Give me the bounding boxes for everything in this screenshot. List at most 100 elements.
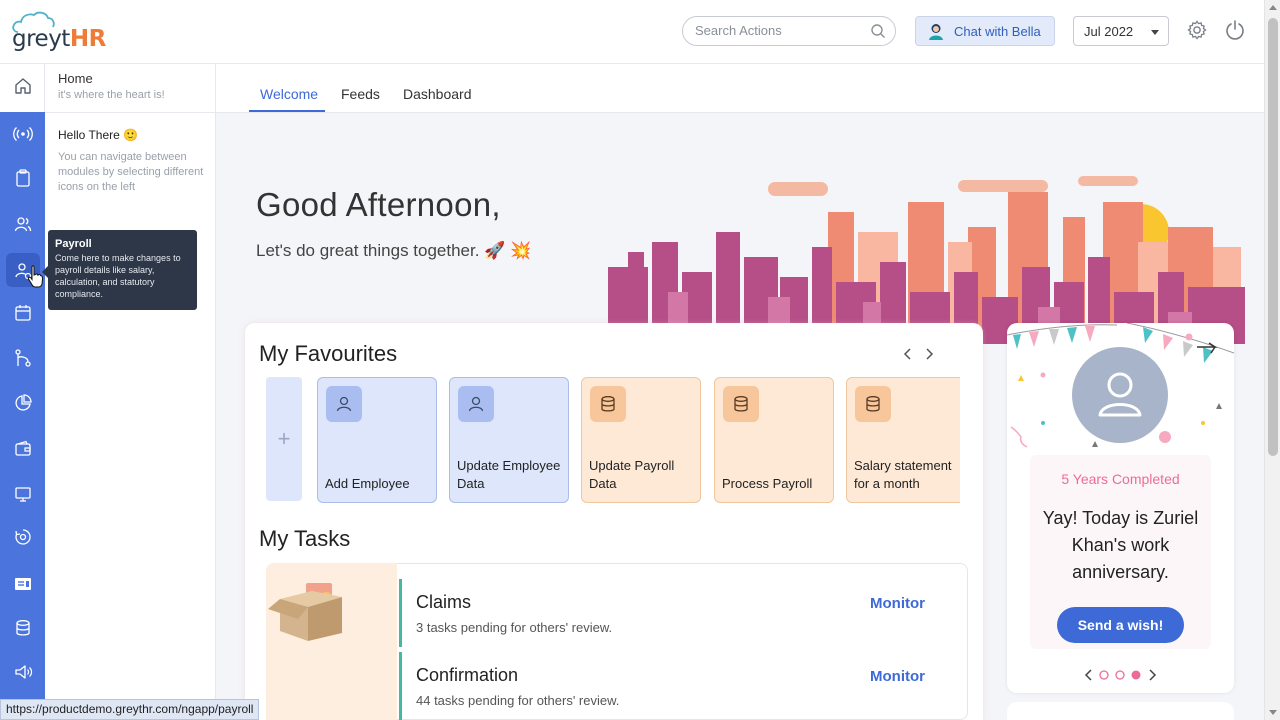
send-wish-button[interactable]: Send a wish! <box>1057 607 1184 643</box>
tab-dashboard[interactable]: Dashboard <box>403 86 472 102</box>
broadcast-icon[interactable] <box>12 124 33 144</box>
chevron-right-icon[interactable] <box>923 346 935 362</box>
task-name: Confirmation <box>416 665 519 685</box>
side-info-panel: Home it's where the heart is! Hello Ther… <box>45 64 216 720</box>
rail-item-assets[interactable] <box>0 474 45 514</box>
gear-icon[interactable] <box>1186 19 1208 41</box>
rail-home[interactable] <box>0 64 45 112</box>
clipboard-icon[interactable] <box>13 168 33 188</box>
rail-item-onboarding[interactable] <box>0 158 45 198</box>
caret-down-icon <box>1151 30 1159 35</box>
page-scrollbar[interactable] <box>1264 0 1280 720</box>
chevron-left-icon[interactable] <box>902 346 914 362</box>
favourite-tile-label: Salary statement for a month <box>854 458 952 491</box>
scroll-up-icon[interactable] <box>1269 5 1277 10</box>
scrollbar-thumb[interactable] <box>1268 18 1278 456</box>
rail-item-announce[interactable] <box>0 652 45 692</box>
monitor-link[interactable]: Monitor <box>870 668 925 685</box>
greythr-logo[interactable]: greytHR <box>10 10 112 54</box>
active-tab-indicator <box>249 110 325 112</box>
search-input[interactable] <box>695 23 865 38</box>
user-icon <box>458 386 494 422</box>
task-name: Claims <box>416 592 472 612</box>
rail-item-engage[interactable] <box>0 114 45 154</box>
module-rail <box>0 64 45 720</box>
settings-sync-icon[interactable] <box>13 527 33 547</box>
tab-welcome[interactable]: Welcome <box>260 86 318 102</box>
carousel-dot[interactable] <box>1115 670 1125 680</box>
announce-icon[interactable] <box>13 662 33 682</box>
rail-item-analytics[interactable] <box>0 383 45 423</box>
add-favourite-button[interactable]: + <box>266 377 302 501</box>
task-row[interactable]: Claims 3 tasks pending for others' revie… <box>399 573 967 647</box>
hand-cursor-icon <box>27 265 43 288</box>
pie-chart-icon[interactable] <box>13 393 33 413</box>
carousel-dot[interactable] <box>1099 670 1109 680</box>
rail-item-expense[interactable] <box>0 429 45 469</box>
carousel-dot-active[interactable] <box>1131 670 1141 680</box>
payroll-tooltip: Payroll Come here to make changes to pay… <box>42 230 197 310</box>
rail-item-reports[interactable] <box>0 564 45 604</box>
home-icon[interactable] <box>13 76 33 96</box>
monitor-link[interactable]: Monitor <box>870 595 925 612</box>
favourite-tile[interactable]: Process Payroll <box>714 377 834 503</box>
database-icon <box>590 386 626 422</box>
side-home-header[interactable]: Home it's where the heart is! <box>45 64 215 113</box>
database-icon <box>723 386 759 422</box>
hello-title: Hello There 🙂 <box>58 128 139 142</box>
favourite-tile[interactable]: Update Payroll Data <box>581 377 701 503</box>
users-icon[interactable] <box>13 214 33 234</box>
database-icon[interactable] <box>13 618 33 638</box>
reports-icon[interactable] <box>13 574 33 594</box>
database-icon <box>855 386 891 422</box>
favourite-tile-label: Add Employee <box>325 476 410 491</box>
user-icon <box>326 386 362 422</box>
next-widget-card <box>1007 702 1234 720</box>
tasks-illustration <box>266 563 397 720</box>
favourite-tile-label: Update Employee Data <box>457 458 561 491</box>
favourites-title: My Favourites <box>259 341 398 366</box>
favourite-tile[interactable]: Salary statement for a month <box>846 377 966 503</box>
side-home-subtitle: it's where the heart is! <box>58 89 165 101</box>
month-select[interactable]: Jul 2022 <box>1073 16 1169 46</box>
chevron-right-icon[interactable] <box>1149 669 1157 681</box>
box-illustration-icon <box>268 583 342 641</box>
workflow-icon[interactable] <box>13 348 33 368</box>
chevron-left-icon[interactable] <box>1084 669 1092 681</box>
search-icon[interactable] <box>870 23 886 39</box>
task-description: 3 tasks pending for others' review. <box>416 620 613 635</box>
calendar-icon[interactable] <box>13 303 33 323</box>
rail-item-setup[interactable] <box>0 517 45 557</box>
tooltip-title: Payroll <box>55 238 92 250</box>
power-icon[interactable] <box>1225 19 1245 41</box>
task-description: 44 tasks pending for others' review. <box>416 693 620 708</box>
logo-text: greytHR <box>12 26 106 52</box>
favourite-tile-label: Update Payroll Data <box>589 458 675 491</box>
monitor-icon[interactable] <box>13 484 33 504</box>
favourite-tile[interactable]: Add Employee <box>317 377 437 503</box>
anniversary-card: 5 Years Completed Yay! Today is Zuriel K… <box>1007 323 1234 693</box>
tooltip-body: Come here to make changes to payroll det… <box>55 253 181 299</box>
rail-item-employee[interactable] <box>0 204 45 244</box>
home-tabs: Welcome Feeds Dashboard <box>216 64 1264 113</box>
greeting-title: Good Afternoon, <box>256 186 501 223</box>
scroll-down-icon[interactable] <box>1269 710 1277 715</box>
favourites-overflow-mask <box>960 372 982 508</box>
task-row[interactable]: Confirmation 44 tasks pending for others… <box>399 646 967 720</box>
wallet-icon[interactable] <box>13 439 33 459</box>
years-completed: 5 Years Completed <box>1061 471 1180 487</box>
greeting-subtitle: Let's do great things together. 🚀 💥 <box>256 241 532 260</box>
chat-with-bella-button[interactable]: Chat with Bella <box>915 16 1055 46</box>
favourite-tile[interactable]: Update Employee Data <box>449 377 569 503</box>
search-box[interactable] <box>682 16 896 46</box>
hello-description: You can navigate between modules by sele… <box>58 151 204 193</box>
city-skyline-illustration <box>608 176 1245 344</box>
carousel-nav <box>1007 667 1234 683</box>
chat-label: Chat with Bella <box>954 24 1041 39</box>
rail-item-workflow[interactable] <box>0 338 45 378</box>
rail-item-leave[interactable] <box>0 293 45 333</box>
month-value: Jul 2022 <box>1084 24 1134 39</box>
tab-feeds[interactable]: Feeds <box>341 86 380 102</box>
rail-item-data[interactable] <box>0 608 45 648</box>
task-accent-bar <box>399 579 402 647</box>
